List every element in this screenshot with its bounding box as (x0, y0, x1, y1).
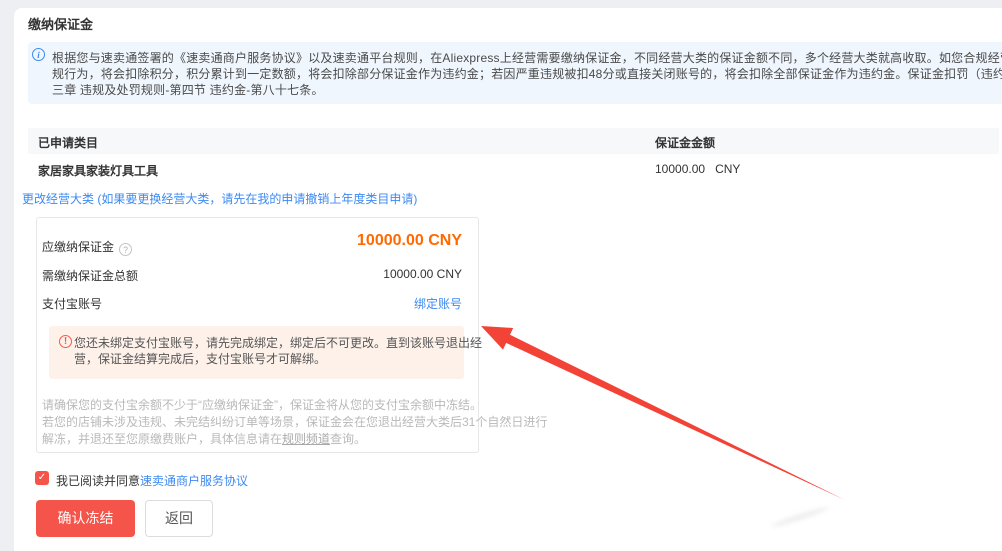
total-deposit-label: 需缴纳保证金总额 (42, 267, 138, 284)
amount-value: 10000.00 (655, 162, 705, 176)
agreement-text: 我已阅读并同意 (56, 472, 140, 489)
column-header-amount: 保证金金额 (655, 134, 715, 151)
amount-cell: 10000.00 CNY (655, 162, 740, 176)
help-icon[interactable]: ? (119, 243, 132, 256)
notice-line: 三章 违规及处罚规则-第四节 违约金-第八十七条。 (52, 81, 324, 98)
merchant-agreement-link[interactable]: 速卖通商户服务协议 (140, 472, 248, 489)
category-cell: 家居家具家装灯具工具 (38, 162, 158, 179)
deposit-panel: 应缴纳保证金? 10000.00 CNY 需缴纳保证金总额 10000.00 C… (36, 217, 479, 453)
rules-channel-link[interactable]: 规则频道 (282, 432, 330, 446)
agreement-checkbox[interactable]: ✓ (35, 471, 49, 485)
confirm-freeze-button[interactable]: 确认冻结 (36, 500, 135, 537)
deposit-note: 请确保您的支付宝余额不少于“应缴纳保证金”，保证金将从您的支付宝余额中冻结。 (42, 396, 482, 413)
currency-label: CNY (715, 162, 740, 176)
page-title: 缴纳保证金 (28, 14, 93, 33)
warning-text: 营，保证金结算完成后，支付宝账号才可解绑。 (74, 350, 326, 367)
total-deposit-amount: 10000.00 CNY (383, 267, 462, 281)
notice-line: 规行为，将会扣除积分，积分累计到一定数额，将会扣除部分保证金作为违约金；若因严重… (52, 65, 1002, 82)
deposit-note: 若您的店铺未涉及违规、未完结纠纷订单等场景，保证金会在您退出经营大类后31个自然… (42, 413, 547, 430)
payable-deposit-amount: 10000.00 CNY (357, 232, 462, 250)
deposit-note: 解冻，并退还至您原缴费账户，具体信息请在规则频道查询。 (42, 430, 366, 447)
alipay-bind-warning: ! 您还未绑定支付宝账号，请先完成绑定，绑定后不可更改。直到该账号退出经 营，保… (49, 326, 464, 379)
back-button[interactable]: 返回 (145, 500, 213, 537)
table-header-row: 已申请类目 保证金金额 (28, 128, 999, 154)
table-row: 家居家具家装灯具工具 10000.00 CNY (28, 154, 999, 182)
column-header-category: 已申请类目 (38, 134, 98, 151)
notice-line: 根据您与速卖通签署的《速卖通商户服务协议》以及速卖通平台规则，在Aliexpre… (52, 49, 1002, 66)
bind-account-link[interactable]: 绑定账号 (414, 295, 462, 312)
page: 缴纳保证金 i 根据您与速卖通签署的《速卖通商户服务协议》以及速卖通平台规则，在… (0, 0, 1002, 551)
info-icon: i (32, 48, 45, 61)
warning-text: 您还未绑定支付宝账号，请先完成绑定，绑定后不可更改。直到该账号退出经 (74, 334, 482, 351)
payable-deposit-label: 应缴纳保证金? (42, 238, 132, 256)
warning-icon: ! (59, 335, 72, 348)
change-category-link[interactable]: 更改经营大类 (如果要更换经营大类，请先在我的申请撤销上年度类目申请) (22, 190, 417, 207)
alipay-account-label: 支付宝账号 (42, 295, 102, 312)
